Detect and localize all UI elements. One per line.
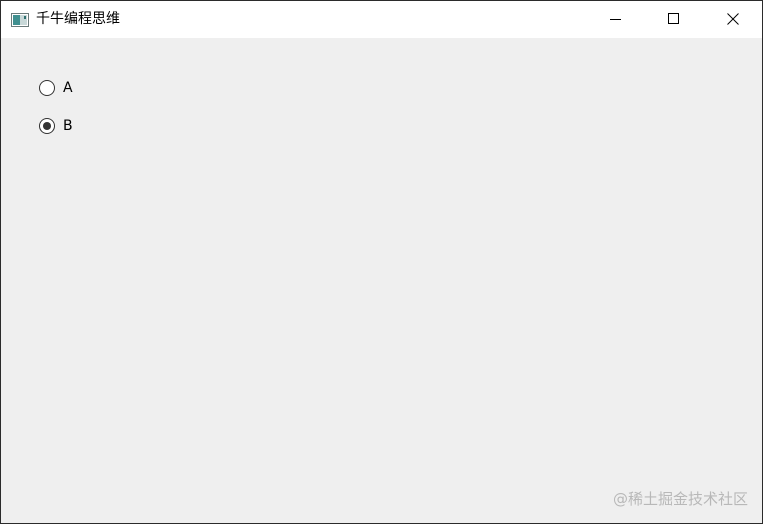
app-window-icon xyxy=(11,12,29,27)
radio-label: B xyxy=(63,118,73,134)
minimize-button[interactable] xyxy=(587,1,645,38)
maximize-button[interactable] xyxy=(645,1,703,38)
close-button[interactable] xyxy=(704,1,762,38)
radio-button-checked[interactable] xyxy=(39,118,55,134)
app-window: 千牛编程思维 A B @稀土掘金技术社区 xyxy=(0,0,763,524)
radio-button-unchecked[interactable] xyxy=(39,80,55,96)
radio-label: A xyxy=(63,80,73,96)
watermark: @稀土掘金技术社区 xyxy=(612,490,748,508)
radio-selected-dot xyxy=(43,122,51,130)
close-icon xyxy=(727,10,739,29)
minimize-icon xyxy=(610,10,622,29)
radio-option-a[interactable]: A xyxy=(39,79,73,97)
maximize-icon xyxy=(668,10,680,29)
title-bar[interactable]: 千牛编程思维 xyxy=(1,1,762,38)
window-title: 千牛编程思维 xyxy=(36,11,120,27)
radio-option-b[interactable]: B xyxy=(39,117,73,135)
